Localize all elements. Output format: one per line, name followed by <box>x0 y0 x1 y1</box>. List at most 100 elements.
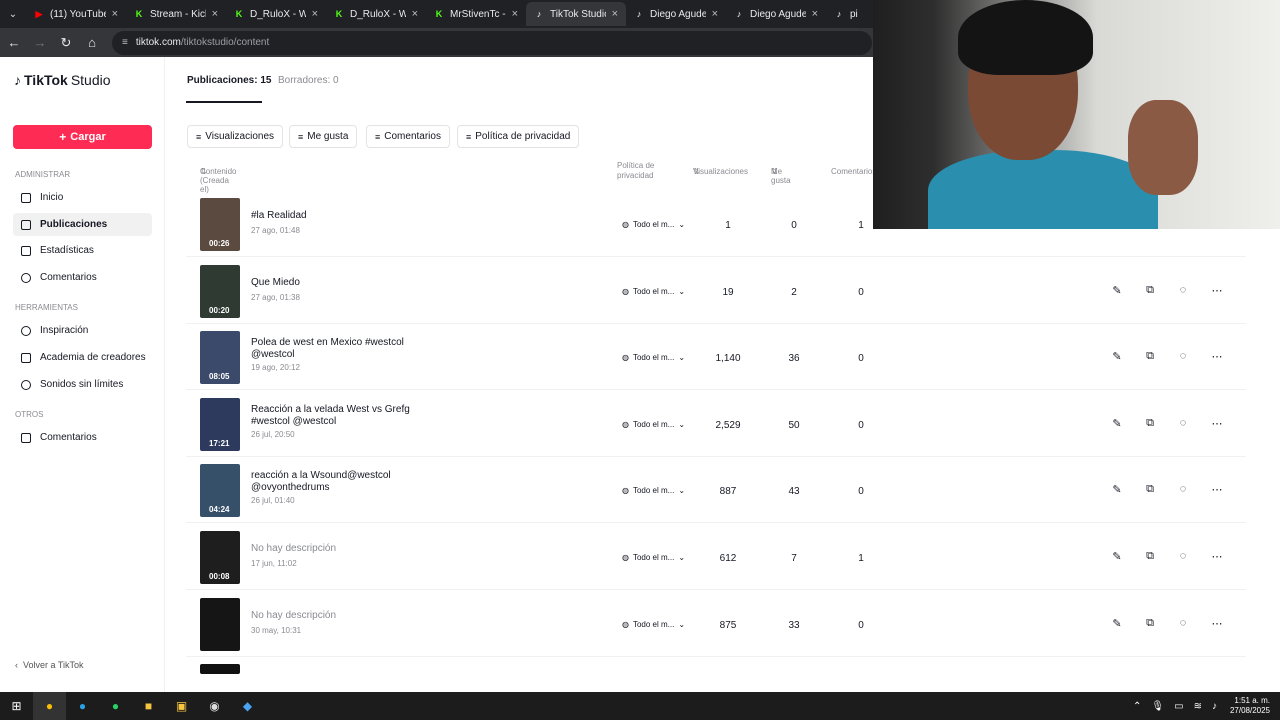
comment-icon[interactable]: ◌ <box>1175 350 1191 362</box>
close-tab-icon[interactable]: × <box>612 8 618 20</box>
privacy-dropdown[interactable]: ◍ Todo el m... ⌄ <box>622 620 685 629</box>
video-thumbnail[interactable]: 00:08 <box>200 531 240 584</box>
taskbar-clock[interactable]: 1:51 a. m. 27/08/2025 <box>1230 696 1270 716</box>
back-to-tiktok-link[interactable]: ‹ Volver a TikTok <box>15 660 84 670</box>
video-caption[interactable]: Polea de west en Mexico #westcol @westco… <box>251 337 421 361</box>
video-caption[interactable]: #la Realidad <box>251 210 421 222</box>
close-tab-icon[interactable]: × <box>412 8 418 20</box>
edit-icon[interactable]: ✎ <box>1109 483 1125 496</box>
address-bar[interactable]: ≡ tiktok.com/tiktokstudio/content <box>112 30 872 55</box>
video-caption[interactable]: Que Miedo <box>251 277 421 289</box>
sidebar-item-inspiracion[interactable]: Inspiración <box>13 319 152 342</box>
close-tab-icon[interactable]: × <box>812 8 818 20</box>
edit-icon[interactable]: ✎ <box>1109 350 1125 363</box>
column-content[interactable]: Contenido (Creada el) ⇅ <box>200 167 236 194</box>
analytics-icon[interactable]: ⧉ <box>1142 617 1158 630</box>
analytics-icon[interactable]: ⧉ <box>1142 550 1158 563</box>
obs-taskbar-icon[interactable]: ◉ <box>198 692 231 720</box>
tab-search-button[interactable]: ⌄ <box>0 0 26 28</box>
whatsapp-taskbar-icon[interactable]: ● <box>99 692 132 720</box>
table-row[interactable] <box>186 657 1246 675</box>
more-icon[interactable]: ⋯ <box>1209 284 1225 297</box>
close-tab-icon[interactable]: × <box>212 8 218 20</box>
filter-visualizaciones[interactable]: ≡ Visualizaciones <box>187 125 284 148</box>
table-row[interactable]: 00:08 No hay descripción 17 jun, 11:02 ◍… <box>186 524 1246 590</box>
back-button[interactable]: ← <box>2 31 26 55</box>
video-thumbnail[interactable]: 17:21 <box>200 397 240 451</box>
video-caption[interactable]: reacción a la Wsound@westcol @ovyonthedr… <box>251 470 421 494</box>
chevron-up-icon[interactable]: ⌃ <box>1133 701 1141 712</box>
reload-button[interactable]: ↻ <box>54 31 78 55</box>
edit-icon[interactable]: ✎ <box>1109 284 1125 297</box>
close-tab-icon[interactable]: × <box>512 8 518 20</box>
video-thumbnail[interactable]: 00:26 <box>200 198 240 251</box>
wifi-icon[interactable]: ≋ <box>1194 701 1202 712</box>
close-tab-icon[interactable]: × <box>112 8 118 20</box>
video-thumbnail[interactable]: 00:20 <box>200 264 240 318</box>
more-icon[interactable]: ⋯ <box>1209 550 1225 563</box>
volume-icon[interactable]: ♪ <box>1212 701 1217 712</box>
sidebar-item-publicaciones[interactable]: Publicaciones <box>13 213 152 236</box>
site-info-icon[interactable]: ≡ <box>122 37 128 48</box>
upload-button[interactable]: + Cargar <box>13 125 152 149</box>
chrome-taskbar-icon[interactable]: ● <box>33 692 66 720</box>
more-icon[interactable]: ⋯ <box>1209 483 1225 496</box>
more-icon[interactable]: ⋯ <box>1209 617 1225 630</box>
tab-borradores[interactable]: Borradores: 0 <box>278 75 339 86</box>
analytics-icon[interactable]: ⧉ <box>1142 417 1158 430</box>
sidebar-item-sonidos[interactable]: Sonidos sin límites <box>13 373 152 396</box>
comment-icon[interactable]: ◌ <box>1175 417 1191 429</box>
close-tab-icon[interactable]: × <box>712 8 718 20</box>
table-row[interactable]: 08:05 Polea de west en Mexico #westcol @… <box>186 324 1246 391</box>
browser-tab[interactable]: K MrStivenTc - W × <box>426 2 526 26</box>
column-likes[interactable]: Me gusta ⇅ <box>771 167 791 185</box>
edge-taskbar-icon[interactable]: ● <box>66 692 99 720</box>
browser-tab[interactable]: ♪ TikTok Studio × <box>526 2 626 26</box>
browser-tab[interactable]: K Stream - Kick D × <box>126 2 226 26</box>
filter-me-gusta[interactable]: ≡ Me gusta <box>289 125 358 148</box>
browser-tab[interactable]: ♪ Diego Agudelo × <box>726 2 826 26</box>
video-thumbnail[interactable]: 08:05 <box>200 331 240 385</box>
edit-icon[interactable]: ✎ <box>1109 550 1125 563</box>
video-caption[interactable]: No hay descripción <box>251 543 421 555</box>
tiktok-studio-logo[interactable]: ♪ TikTok Studio <box>14 72 111 88</box>
privacy-dropdown[interactable]: ◍ Todo el m... ⌄ <box>622 420 685 429</box>
tab-publicaciones[interactable]: Publicaciones: 15 <box>187 75 271 86</box>
browser-tab[interactable]: ♪ pipen <box>826 2 866 26</box>
video-thumbnail[interactable] <box>200 597 240 651</box>
edit-icon[interactable]: ✎ <box>1109 617 1125 630</box>
microphone-icon[interactable]: 🎙 <box>1151 701 1164 712</box>
analytics-icon[interactable]: ⧉ <box>1142 350 1158 363</box>
browser-tab[interactable]: ▶ (11) YouTube × <box>26 2 126 26</box>
sidebar-item-inicio[interactable]: Inicio <box>13 186 152 209</box>
table-row[interactable]: No hay descripción 30 may, 10:31 ◍ Todo … <box>186 591 1246 657</box>
forward-button[interactable]: → <box>28 31 52 55</box>
comment-icon[interactable]: ◌ <box>1175 483 1191 495</box>
filter-privacidad[interactable]: ≡ Política de privacidad <box>457 125 580 148</box>
close-tab-icon[interactable]: × <box>312 8 318 20</box>
privacy-dropdown[interactable]: ◍ Todo el m... ⌄ <box>622 353 685 362</box>
comment-icon[interactable]: ◌ <box>1175 617 1191 629</box>
privacy-dropdown[interactable]: ◍ Todo el m... ⌄ <box>622 287 685 296</box>
analytics-icon[interactable]: ⧉ <box>1142 284 1158 297</box>
video-thumbnail[interactable]: 04:24 <box>200 464 240 518</box>
more-icon[interactable]: ⋯ <box>1209 350 1225 363</box>
privacy-dropdown[interactable]: ◍ Todo el m... ⌄ <box>622 486 685 495</box>
column-views[interactable]: Visualizaciones ⇅ <box>693 167 748 176</box>
sidebar-item-comentarios-otros[interactable]: Comentarios <box>13 426 152 449</box>
file-explorer-taskbar-icon[interactable]: ■ <box>132 692 165 720</box>
sidebar-item-academia[interactable]: Academia de creadores <box>13 346 152 369</box>
comment-icon[interactable]: ◌ <box>1175 550 1191 562</box>
browser-tab[interactable]: K D_RuloX - Wat × <box>326 2 426 26</box>
sidebar-item-comentarios[interactable]: Comentarios <box>13 266 152 289</box>
column-comments[interactable]: Comentarios <box>831 167 876 176</box>
table-row[interactable]: 04:24 reacción a la Wsound@westcol @ovyo… <box>186 457 1246 524</box>
battery-icon[interactable]: ▭ <box>1174 701 1183 712</box>
analytics-icon[interactable]: ⧉ <box>1142 483 1158 496</box>
table-row[interactable]: 00:20 Que Miedo 27 ago, 01:38 ◍ Todo el … <box>186 258 1246 324</box>
comment-icon[interactable]: ◌ <box>1175 284 1191 296</box>
browser-tab[interactable]: K D_RuloX - Wat × <box>226 2 326 26</box>
app-taskbar-icon[interactable]: ◆ <box>231 692 264 720</box>
privacy-dropdown[interactable]: ◍ Todo el m... ⌄ <box>622 553 685 562</box>
privacy-dropdown[interactable]: ◍ Todo el m... ⌄ <box>622 220 685 229</box>
